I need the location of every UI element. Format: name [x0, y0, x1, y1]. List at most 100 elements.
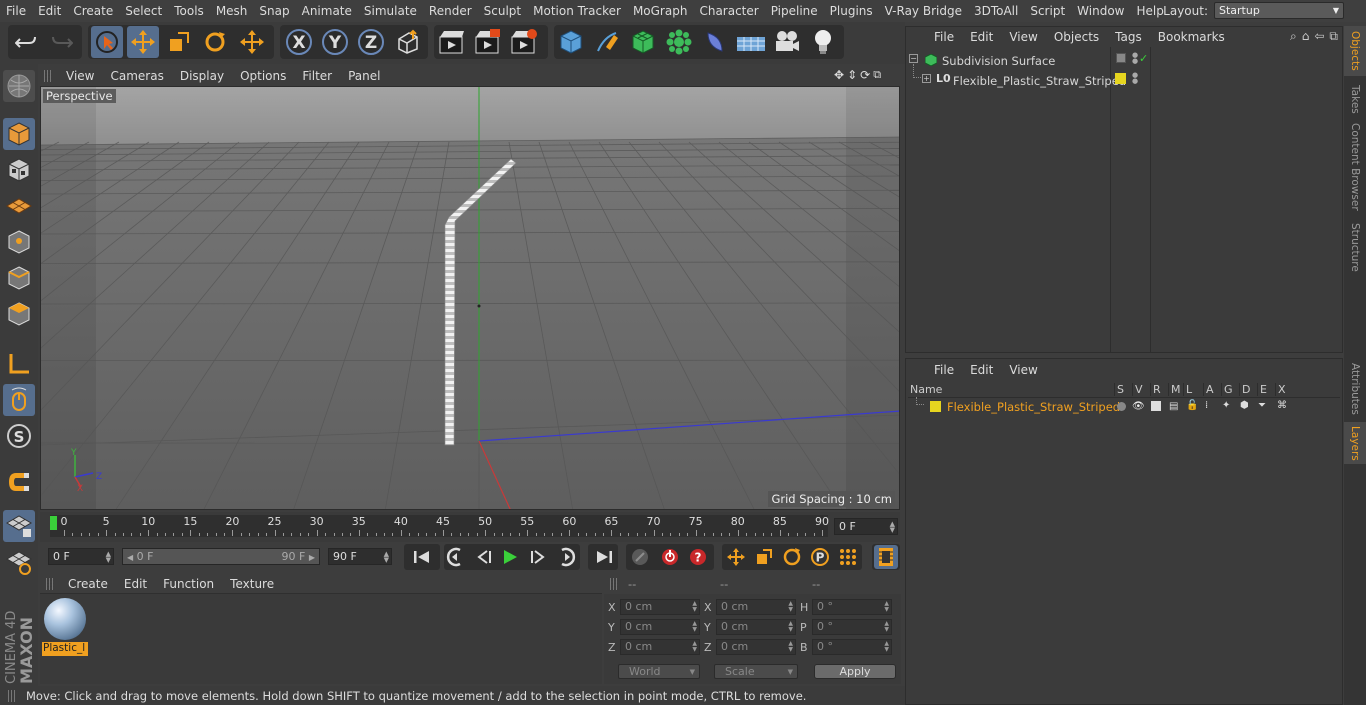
menu-select[interactable]: Select	[119, 4, 168, 18]
coord-field-rotation[interactable]: 0 ° ▲ ▼	[812, 639, 892, 655]
previous-frame-icon[interactable]	[472, 545, 496, 569]
solo-toggle-icon[interactable]	[1117, 402, 1126, 411]
spinner-arrows-icon[interactable]: ▲ ▼	[884, 641, 889, 653]
tweak-mode-icon[interactable]	[3, 384, 35, 416]
visibility-dots[interactable]: ● ●	[1132, 52, 1138, 65]
texture-mode-icon[interactable]	[3, 154, 35, 186]
tab-structure[interactable]: Structure	[1344, 218, 1366, 276]
timeline-window-icon[interactable]	[874, 545, 898, 569]
rotate-icon[interactable]	[199, 26, 231, 58]
maximize-icon[interactable]: ⧉	[873, 68, 881, 82]
workplane-lock-icon[interactable]	[3, 510, 35, 542]
enabled-check-icon[interactable]: ✓	[1139, 52, 1148, 65]
previous-key-icon[interactable]	[444, 545, 468, 569]
menu-tools[interactable]: Tools	[168, 4, 210, 18]
next-key-icon[interactable]	[554, 545, 578, 569]
material-menu-edit[interactable]: Edit	[116, 577, 155, 591]
viewport-menu-options[interactable]: Options	[232, 69, 294, 83]
menu-mograph[interactable]: MoGraph	[627, 4, 694, 18]
start-frame-field[interactable]: 0 F ▲ ▼	[48, 548, 114, 565]
layer-name[interactable]: Flexible_Plastic_Straw_Striped	[947, 400, 1120, 414]
range-left-arrow-icon[interactable]: ◀	[127, 553, 133, 562]
layer-column-m[interactable]: M	[1168, 383, 1181, 396]
animation-toggle-icon[interactable]: ⁞	[1205, 400, 1208, 411]
end-frame-field[interactable]: 90 F ▲ ▼	[328, 548, 392, 565]
layer-row[interactable]: Flexible_Plastic_Straw_Striped 👁 ▤ 🔓 ⁞ ✦…	[908, 397, 1340, 415]
z-axis-lock-icon[interactable]: Z	[355, 26, 387, 58]
layer-column-s[interactable]: S	[1114, 383, 1124, 396]
menu-3dtoall[interactable]: 3DToAll	[968, 4, 1024, 18]
spinner-arrows-icon[interactable]: ▲ ▼	[788, 641, 793, 653]
rotation-key-icon[interactable]	[780, 545, 804, 569]
go-to-end-icon[interactable]	[592, 545, 616, 569]
object-menu-tags[interactable]: Tags	[1107, 30, 1150, 44]
subdivision-icon[interactable]	[627, 26, 659, 58]
object-row-flexible-plastic-straw-striped[interactable]: + L0 Flexible_Plastic_Straw_Striped ● ●	[906, 64, 1342, 90]
snap-icon[interactable]	[3, 466, 35, 498]
menu-v-ray-bridge[interactable]: V-Ray Bridge	[879, 4, 968, 18]
tab-attributes[interactable]: Attributes	[1344, 360, 1366, 418]
spinner-arrows-icon[interactable]: ▲ ▼	[692, 641, 697, 653]
floor-icon[interactable]	[735, 26, 767, 58]
render-settings-icon[interactable]	[508, 26, 540, 58]
viewport-menu-panel[interactable]: Panel	[340, 69, 388, 83]
xref-toggle-icon[interactable]: ⌘	[1277, 400, 1287, 411]
x-axis-lock-icon[interactable]: X	[283, 26, 315, 58]
points-mode-icon[interactable]	[3, 226, 35, 258]
position-key-icon[interactable]	[724, 545, 748, 569]
y-axis-lock-icon[interactable]: Y	[319, 26, 351, 58]
play-icon[interactable]	[498, 545, 522, 569]
object-menu-objects[interactable]: Objects	[1046, 30, 1107, 44]
menu-window[interactable]: Window	[1071, 4, 1130, 18]
layer-column-v[interactable]: V	[1132, 383, 1143, 396]
spinner-arrows-icon[interactable]: ▲ ▼	[788, 621, 793, 633]
menu-character[interactable]: Character	[693, 4, 764, 18]
timeline-ruler[interactable]: 0 5 10 15 20 25 30 35 40 45 50 55 60 65 70 75 80 85 90 0 F…	[40, 512, 900, 542]
coordinate-type-select[interactable]: Scale ▼	[714, 664, 798, 679]
make-editable-icon[interactable]	[3, 70, 35, 102]
spinner-arrows-icon[interactable]: ▲ ▼	[884, 621, 889, 633]
scale-icon[interactable]	[163, 26, 195, 58]
expand-collapse-icon[interactable]: +	[922, 74, 931, 83]
live-selection-icon[interactable]	[91, 26, 123, 58]
expressions-toggle-icon[interactable]: ⏷	[1258, 400, 1266, 411]
coord-field-rotation[interactable]: 0 ° ▲ ▼	[812, 599, 892, 615]
spinner-arrows-icon[interactable]: ▲ ▼	[692, 621, 697, 633]
viewport-perspective[interactable]: Y Z X Perspective Grid Spacing : 10 cm	[40, 86, 900, 510]
spinner-arrows-icon[interactable]: ▲ ▼	[884, 601, 889, 613]
solo-icon[interactable]: S	[3, 420, 35, 452]
coord-field-position[interactable]: 0 cm ▲ ▼	[620, 639, 700, 655]
layout-select[interactable]: Startup ▼	[1214, 2, 1344, 19]
autokey-icon[interactable]	[658, 545, 682, 569]
render-picture-viewer-icon[interactable]	[472, 26, 504, 58]
coord-field-size[interactable]: 0 cm ▲ ▼	[716, 639, 796, 655]
manager-toggle-icon[interactable]: ▤	[1169, 401, 1178, 412]
coord-field-size[interactable]: 0 cm ▲ ▼	[716, 619, 796, 635]
record-keys-icon[interactable]	[628, 545, 652, 569]
locked-workplane-icon[interactable]	[3, 546, 35, 578]
layer-column-name[interactable]: Name	[910, 383, 942, 396]
camera-icon[interactable]	[771, 26, 803, 58]
material-menu-texture[interactable]: Texture	[222, 577, 282, 591]
deformer-icon[interactable]	[699, 26, 731, 58]
spinner-arrows-icon[interactable]: ▲ ▼	[788, 601, 793, 613]
menu-mesh[interactable]: Mesh	[210, 4, 254, 18]
redo-icon[interactable]	[46, 26, 78, 58]
menu-animate[interactable]: Animate	[296, 4, 358, 18]
menu-render[interactable]: Render	[423, 4, 478, 18]
render-toggle-icon[interactable]	[1151, 401, 1161, 411]
viewport-menu-view[interactable]: View	[58, 69, 102, 83]
layer-menu-view[interactable]: View	[1001, 363, 1045, 377]
coord-field-rotation[interactable]: 0 ° ▲ ▼	[812, 619, 892, 635]
spinner-arrows-icon[interactable]: ▲ ▼	[692, 601, 697, 613]
layer-column-g[interactable]: G	[1221, 383, 1233, 396]
render-view-icon[interactable]	[436, 26, 468, 58]
object-menu-view[interactable]: View	[1001, 30, 1045, 44]
menu-sculpt[interactable]: Sculpt	[478, 4, 527, 18]
material-name[interactable]: Plastic_l	[42, 642, 88, 656]
pen-icon[interactable]	[591, 26, 623, 58]
coord-field-size[interactable]: 0 cm ▲ ▼	[716, 599, 796, 615]
scale-key-icon[interactable]	[752, 545, 776, 569]
layer-color-swatch[interactable]	[930, 401, 941, 412]
material-menu-create[interactable]: Create	[60, 577, 116, 591]
